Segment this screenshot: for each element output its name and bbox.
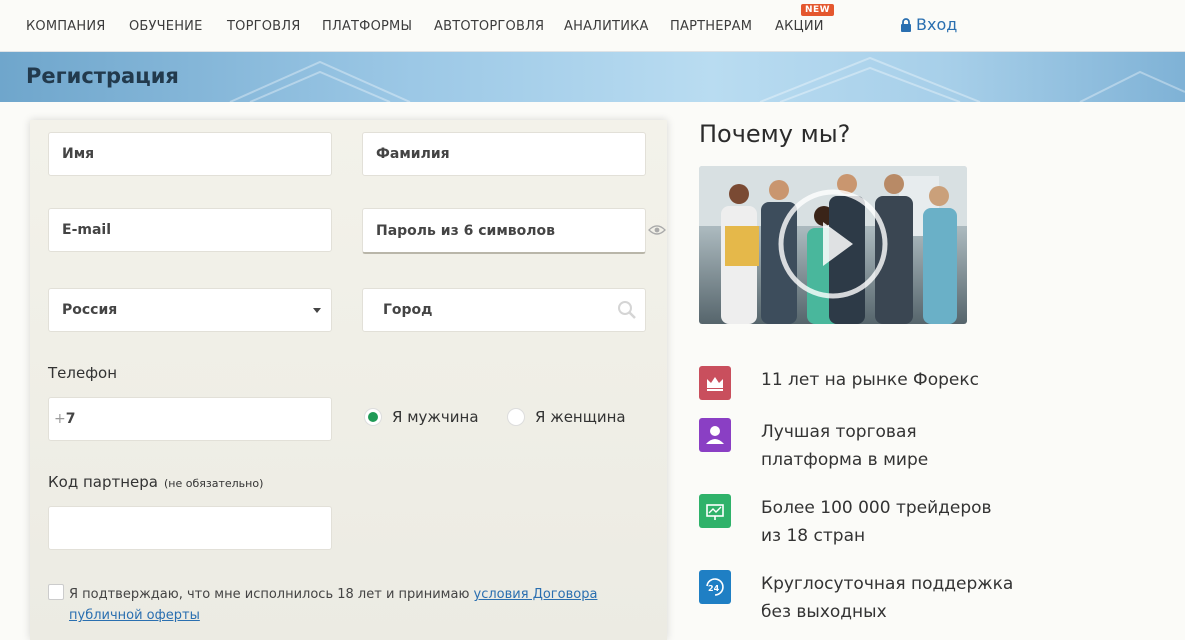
- email-placeholder: E-mail: [62, 222, 112, 238]
- phone-value: 7: [65, 411, 76, 427]
- feature-line: без выходных: [761, 602, 887, 622]
- phone-prefix: +: [54, 411, 66, 427]
- radio-selected-icon: [364, 408, 382, 426]
- feature-line: платформа в мире: [761, 450, 929, 470]
- country-select[interactable]: Россия: [48, 288, 332, 332]
- promo-video[interactable]: [699, 166, 967, 324]
- user-icon: [699, 418, 731, 452]
- gender-male-label: Я мужчина: [392, 408, 479, 426]
- eye-icon[interactable]: [648, 224, 666, 236]
- last-name-field[interactable]: Фамилия: [362, 132, 646, 176]
- phone-field[interactable]: + 7: [48, 397, 332, 441]
- login-label: Вход: [916, 15, 958, 34]
- page-banner: Регистрация: [0, 52, 1185, 102]
- lock-icon: [901, 17, 911, 32]
- nav-item-autotrading[interactable]: АВТОТОРГОВЛЯ: [434, 19, 544, 34]
- first-name-field[interactable]: Имя: [48, 132, 332, 176]
- partner-code-label-text: Код партнера: [48, 473, 158, 491]
- why-us-title: Почему мы?: [699, 120, 851, 148]
- page-title: Регистрация: [26, 64, 179, 88]
- chevron-down-icon: [313, 308, 321, 313]
- feature-line: 11 лет на рынке Форекс: [761, 370, 979, 390]
- gender-female-label: Я женщина: [535, 408, 626, 426]
- registration-form-panel: [30, 120, 667, 640]
- feature-line: Более 100 000 трейдеров: [761, 498, 992, 518]
- last-name-placeholder: Фамилия: [376, 146, 450, 162]
- nav-item-analytics[interactable]: АНАЛИТИКА: [564, 19, 649, 34]
- new-badge: NEW: [801, 4, 835, 16]
- nav-item-platforms[interactable]: ПЛАТФОРМЫ: [322, 19, 412, 34]
- feature-item-support: 24 Круглосуточная поддержка без выходных: [699, 570, 1021, 626]
- gender-female-radio[interactable]: Я женщина: [507, 408, 626, 426]
- consent-text: Я подтверждаю, что мне исполнилось 18 ле…: [69, 584, 629, 626]
- top-navigation: КОМПАНИЯ ОБУЧЕНИЕ ТОРГОВЛЯ ПЛАТФОРМЫ АВТ…: [0, 0, 1185, 52]
- svg-text:24: 24: [708, 584, 720, 593]
- consent-text-body: Я подтверждаю, что мне исполнилось 18 ле…: [69, 587, 474, 602]
- feature-item-platform: Лучшая торговая платформа в мире: [699, 418, 1021, 474]
- nav-item-education[interactable]: ОБУЧЕНИЕ: [129, 19, 203, 34]
- feature-item-experience: 11 лет на рынке Форекс: [699, 366, 1021, 400]
- password-field[interactable]: Пароль из 6 символов: [362, 208, 646, 254]
- phone-label: Телефон: [48, 364, 118, 382]
- feature-line: из 18 стран: [761, 526, 866, 546]
- nav-item-trading[interactable]: ТОРГОВЛЯ: [227, 19, 301, 34]
- nav-item-promotions[interactable]: АКЦИИ: [775, 19, 824, 34]
- city-field[interactable]: Город: [362, 288, 646, 332]
- partner-code-field[interactable]: [48, 506, 332, 550]
- video-thumbnail: [699, 166, 967, 324]
- city-placeholder: Город: [383, 302, 433, 318]
- nav-item-company[interactable]: КОМПАНИЯ: [26, 19, 105, 34]
- partner-optional-note: (не обязательно): [163, 477, 264, 490]
- first-name-placeholder: Имя: [62, 146, 95, 162]
- gender-male-radio[interactable]: Я мужчина: [364, 408, 479, 426]
- feature-item-traders: Более 100 000 трейдеров из 18 стран: [699, 494, 1021, 550]
- password-placeholder: Пароль из 6 символов: [376, 222, 555, 239]
- search-icon: [618, 301, 636, 319]
- country-value: Россия: [62, 302, 118, 318]
- email-field[interactable]: E-mail: [48, 208, 332, 252]
- feature-line: Лучшая торговая: [761, 422, 917, 442]
- partner-code-label: Код партнера (не обязательно): [48, 473, 263, 491]
- nav-item-partners[interactable]: ПАРТНЕРАМ: [670, 19, 752, 34]
- support-24-icon: 24: [699, 570, 731, 604]
- feature-line: Круглосуточная поддержка: [761, 574, 1014, 594]
- login-link[interactable]: Вход: [900, 15, 957, 34]
- crown-icon: [699, 366, 731, 400]
- radio-empty-icon: [507, 408, 525, 426]
- age-consent-checkbox[interactable]: [48, 584, 64, 600]
- presentation-icon: [699, 494, 731, 528]
